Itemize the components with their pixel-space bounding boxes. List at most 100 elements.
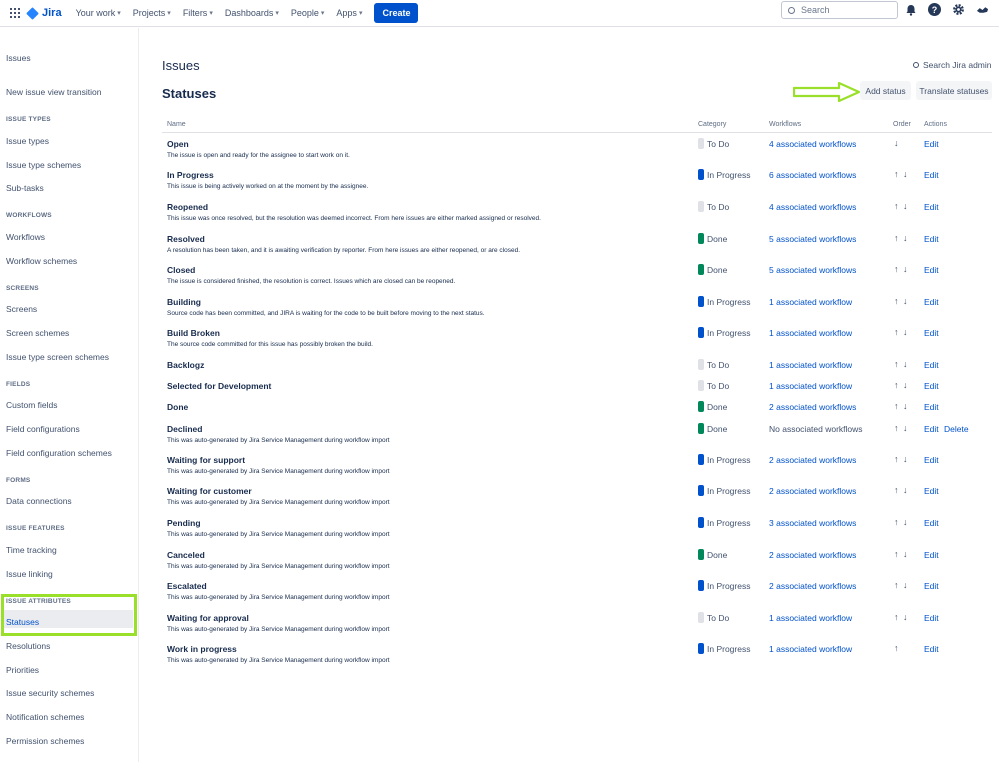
sidebar-item-custom-fields[interactable]: Custom fields	[6, 400, 58, 410]
edit-link[interactable]: Edit	[924, 581, 939, 591]
associated-workflows-link[interactable]: 1 associated workflow	[769, 613, 852, 623]
edit-link[interactable]: Edit	[924, 486, 939, 496]
order-arrows-icon[interactable]: ↑ ↓	[894, 580, 909, 590]
order-arrows-icon[interactable]: ↑ ↓	[894, 423, 909, 433]
translate-statuses-button[interactable]: Translate statuses	[916, 81, 992, 100]
associated-workflows-link[interactable]: 2 associated workflows	[769, 550, 856, 560]
order-arrows-icon[interactable]: ↑ ↓	[894, 264, 909, 274]
order-arrows-icon[interactable]: ↑ ↓	[894, 327, 909, 337]
status-category: In Progress	[698, 454, 750, 465]
admin-search-label: Search Jira admin	[923, 60, 992, 70]
associated-workflows-link[interactable]: 2 associated workflows	[769, 455, 856, 465]
sidebar-item-resolutions[interactable]: Resolutions	[6, 641, 50, 651]
edit-link[interactable]: Edit	[924, 202, 939, 212]
sidebar-item-field-configurations[interactable]: Field configurations	[6, 424, 80, 434]
sidebar-item-workflow-schemes[interactable]: Workflow schemes	[6, 256, 77, 266]
sidebar-item-sub-tasks[interactable]: Sub-tasks	[6, 183, 44, 193]
order-arrows-icon[interactable]: ↑ ↓	[894, 517, 909, 527]
edit-link[interactable]: Edit	[924, 644, 939, 654]
edit-link[interactable]: Edit	[924, 381, 939, 391]
associated-workflows-link[interactable]: 5 associated workflows	[769, 234, 856, 244]
edit-link[interactable]: Edit	[924, 613, 939, 623]
associated-workflows-link[interactable]: 5 associated workflows	[769, 265, 856, 275]
sidebar-item-issue-type-schemes[interactable]: Issue type schemes	[6, 160, 81, 170]
nav-apps[interactable]: Apps ▾	[336, 8, 362, 18]
sidebar-item-field-configuration-schemes[interactable]: Field configuration schemes	[6, 448, 112, 458]
associated-workflows-link[interactable]: 1 associated workflow	[769, 360, 852, 370]
order-arrows-icon[interactable]: ↑ ↓	[894, 454, 909, 464]
order-arrows-icon[interactable]: ↓	[894, 138, 900, 148]
edit-link[interactable]: Edit	[924, 550, 939, 560]
delete-link[interactable]: Delete	[944, 424, 969, 434]
sidebar-item-priorities[interactable]: Priorities	[6, 665, 39, 675]
status-category: In Progress	[698, 485, 750, 496]
associated-workflows-link[interactable]: 6 associated workflows	[769, 170, 856, 180]
settings-icon[interactable]	[952, 3, 965, 16]
nav-projects[interactable]: Projects ▾	[133, 8, 171, 18]
sidebar-title[interactable]: Issues	[6, 53, 31, 63]
add-status-button[interactable]: Add status	[860, 81, 911, 100]
edit-link[interactable]: Edit	[924, 297, 939, 307]
edit-link[interactable]: Edit	[924, 234, 939, 244]
associated-workflows-link[interactable]: 2 associated workflows	[769, 402, 856, 412]
sidebar-item-issue-type-screen-schemes[interactable]: Issue type screen schemes	[6, 352, 109, 362]
order-arrows-icon[interactable]: ↑	[894, 643, 900, 653]
sidebar-item-issue-linking[interactable]: Issue linking	[6, 569, 53, 579]
sidebar-item-screen-schemes[interactable]: Screen schemes	[6, 328, 69, 338]
order-arrows-icon[interactable]: ↑ ↓	[894, 485, 909, 495]
search-jira-admin-link[interactable]: Search Jira admin	[913, 60, 992, 70]
edit-link[interactable]: Edit	[924, 518, 939, 528]
edit-link[interactable]: Edit	[924, 170, 939, 180]
edit-link[interactable]: Edit	[924, 360, 939, 370]
annotation-arrow-icon	[793, 82, 861, 102]
associated-workflows-link[interactable]: 3 associated workflows	[769, 518, 856, 528]
order-arrows-icon[interactable]: ↑ ↓	[894, 296, 909, 306]
associated-workflows-link[interactable]: 1 associated workflow	[769, 644, 852, 654]
sidebar-item-statuses[interactable]: Statuses	[6, 617, 39, 627]
order-arrows-icon[interactable]: ↑ ↓	[894, 359, 909, 369]
edit-link[interactable]: Edit	[924, 402, 939, 412]
nav-your-work[interactable]: Your work ▾	[76, 8, 121, 18]
associated-workflows-link[interactable]: 2 associated workflows	[769, 581, 856, 591]
edit-link[interactable]: Edit	[924, 139, 939, 149]
order-arrows-icon[interactable]: ↑ ↓	[894, 201, 909, 211]
sidebar-item-issue-types[interactable]: Issue types	[6, 136, 49, 146]
edit-link[interactable]: Edit	[924, 424, 939, 434]
category-lozenge-icon	[698, 549, 704, 560]
associated-workflows-link[interactable]: 2 associated workflows	[769, 486, 856, 496]
notifications-icon[interactable]	[904, 3, 917, 16]
associated-workflows-link[interactable]: 4 associated workflows	[769, 139, 856, 149]
sidebar-item-issue-security-schemes[interactable]: Issue security schemes	[6, 688, 94, 698]
nav-people[interactable]: People ▾	[291, 8, 325, 18]
order-arrows-icon[interactable]: ↑ ↓	[894, 169, 909, 179]
order-arrows-icon[interactable]: ↑ ↓	[894, 401, 909, 411]
nav-filters[interactable]: Filters ▾	[183, 8, 213, 18]
create-button[interactable]: Create	[374, 3, 419, 23]
sidebar-item-workflows[interactable]: Workflows	[6, 232, 45, 242]
search-input[interactable]: Search	[781, 1, 898, 19]
help-icon[interactable]: ?	[928, 3, 941, 16]
order-arrows-icon[interactable]: ↑ ↓	[894, 549, 909, 559]
sidebar-item-notification-schemes[interactable]: Notification schemes	[6, 712, 84, 722]
nav-label: People	[290, 8, 319, 18]
associated-workflows-link[interactable]: 1 associated workflow	[769, 297, 852, 307]
sidebar-item-screens[interactable]: Screens	[6, 304, 37, 314]
associated-workflows-link[interactable]: 1 associated workflow	[769, 381, 852, 391]
sidebar-item-permission-schemes[interactable]: Permission schemes	[6, 736, 84, 746]
nav-dashboards[interactable]: Dashboards ▾	[225, 8, 279, 18]
order-arrows-icon[interactable]: ↑ ↓	[894, 233, 909, 243]
sidebar-item-new-issue-view-transition[interactable]: New issue view transition	[6, 87, 101, 97]
edit-link[interactable]: Edit	[924, 328, 939, 338]
associated-workflows-link[interactable]: 4 associated workflows	[769, 202, 856, 212]
order-arrows-icon[interactable]: ↑ ↓	[894, 380, 909, 390]
profile-icon[interactable]	[976, 3, 989, 16]
jira-logo[interactable]: Jira	[26, 6, 62, 20]
sidebar-item-data-connections[interactable]: Data connections	[6, 496, 72, 506]
associated-workflows-link[interactable]: 1 associated workflow	[769, 328, 852, 338]
edit-link[interactable]: Edit	[924, 455, 939, 465]
edit-link[interactable]: Edit	[924, 265, 939, 275]
app-switcher-icon[interactable]	[10, 8, 20, 18]
category-label: In Progress	[707, 296, 751, 307]
order-arrows-icon[interactable]: ↑ ↓	[894, 612, 909, 622]
sidebar-item-time-tracking[interactable]: Time tracking	[6, 545, 57, 555]
